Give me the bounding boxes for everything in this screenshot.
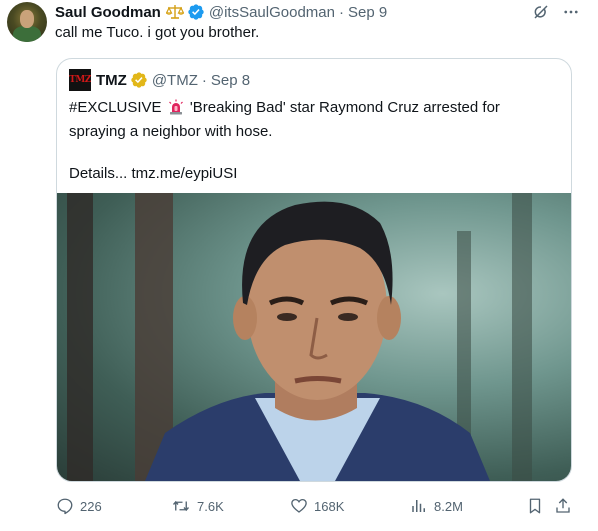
- scales-badge-icon: [165, 4, 184, 20]
- like-button[interactable]: 168K: [290, 495, 344, 517]
- reply-button[interactable]: 226: [56, 495, 102, 517]
- quoted-tweet-text: #EXCLUSIVE 'Breaking Bad' star Raymond C…: [69, 97, 559, 184]
- exclusive-hashtag[interactable]: #EXCLUSIVE: [69, 99, 162, 116]
- bookmark-button[interactable]: [526, 495, 544, 517]
- repost-count: 7.6K: [197, 498, 224, 514]
- background-tree: [67, 193, 93, 481]
- author-handle[interactable]: @itsSaulGoodman: [209, 4, 335, 21]
- quoted-tweet-image[interactable]: [57, 193, 571, 481]
- quoted-tweet-header: TMZ TMZ @TMZ · Sep 8: [69, 69, 250, 91]
- grok-icon[interactable]: [532, 3, 550, 21]
- reply-icon: [57, 498, 73, 515]
- author-name[interactable]: Saul Goodman: [55, 4, 161, 21]
- tweet-text: call me Tuco. i got you brother.: [55, 24, 260, 41]
- tweet-header: Saul Goodman @itsSaulGoodman · Sep 9: [55, 2, 387, 22]
- views-count: 8.2M: [434, 498, 463, 514]
- quoted-author-handle[interactable]: @TMZ: [152, 72, 198, 89]
- avatar-shirt: [13, 26, 41, 42]
- author-avatar[interactable]: [7, 2, 47, 42]
- siren-icon: [168, 99, 184, 121]
- quoted-author-name[interactable]: TMZ: [96, 72, 127, 89]
- share-icon: [556, 498, 570, 513]
- views-icon: [412, 500, 425, 512]
- verified-gold-badge-icon: [130, 71, 148, 89]
- verified-badge-icon: [187, 3, 205, 21]
- quoted-tweet-date[interactable]: Sep 8: [211, 72, 250, 89]
- tweet[interactable]: Saul Goodman @itsSaulGoodman · Sep 9 cal…: [0, 0, 598, 531]
- background-tree: [512, 193, 532, 481]
- reply-count: 226: [80, 498, 102, 514]
- quoted-tweet[interactable]: TMZ TMZ @TMZ · Sep 8 #EXCLUSIVE 'Breakin…: [56, 58, 572, 482]
- tweet-actions: 226 7.6K 168K 8.2M: [56, 495, 576, 517]
- repost-button[interactable]: 7.6K: [171, 495, 224, 517]
- bookmark-icon: [529, 498, 541, 514]
- tweet-date[interactable]: Sep 9: [348, 4, 387, 21]
- share-button[interactable]: [554, 495, 572, 517]
- quoted-separator-dot: ·: [201, 71, 207, 89]
- tweet-top-icons: [532, 3, 580, 21]
- repost-icon: [172, 500, 190, 512]
- like-count: 168K: [314, 498, 345, 514]
- more-icon[interactable]: [562, 3, 580, 21]
- like-icon: [291, 498, 307, 513]
- person-portrait: [145, 201, 490, 481]
- separator-dot: ·: [338, 3, 344, 21]
- quoted-author-avatar[interactable]: TMZ: [69, 69, 91, 91]
- quoted-tweet-line: #EXCLUSIVE 'Breaking Bad' star Raymond C…: [69, 97, 559, 142]
- avatar-face: [20, 10, 34, 28]
- details-link[interactable]: Details... tmz.me/eypiUSI: [69, 163, 559, 184]
- views-button[interactable]: 8.2M: [410, 495, 463, 517]
